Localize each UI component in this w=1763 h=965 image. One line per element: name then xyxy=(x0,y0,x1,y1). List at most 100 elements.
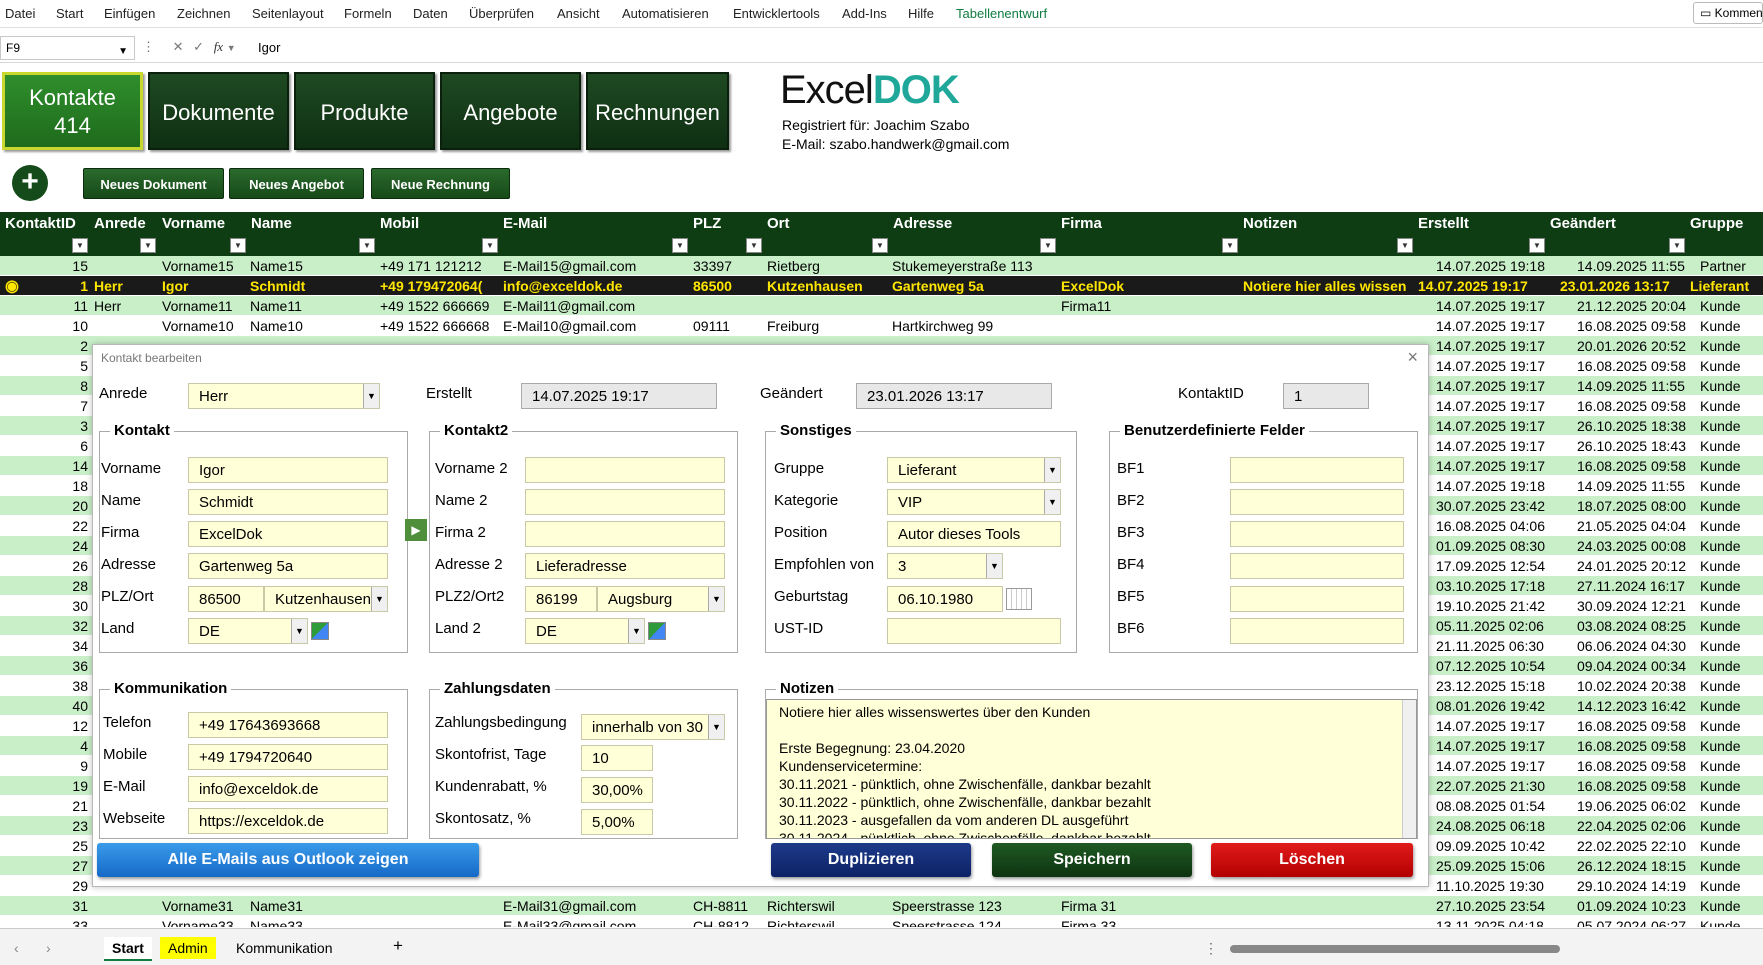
ort2-select[interactable]: Augsburg ▼ xyxy=(597,586,725,612)
filter-icon[interactable]: ▼ xyxy=(746,238,762,253)
mobile-field[interactable]: +49 1794720640 xyxy=(188,744,388,770)
chevron-down-icon[interactable]: ▼ xyxy=(227,43,236,53)
empfohlen-select[interactable]: 3 ▼ xyxy=(887,553,1003,579)
sheet-tab-admin[interactable]: Admin xyxy=(160,937,216,959)
table-row[interactable]: 15 Vorname15 Name15 +49 171 121212 E-Mai… xyxy=(0,256,1763,276)
filter-icon[interactable]: ▼ xyxy=(1040,238,1056,253)
telefon-field[interactable]: +49 17643693668 xyxy=(188,712,388,738)
plz-field[interactable]: 86500 xyxy=(188,586,264,612)
name-box[interactable]: F9 ▼ xyxy=(0,36,135,60)
notizen-textarea[interactable]: Notiere hier alles wissenswertes über de… xyxy=(766,699,1417,839)
calendar-icon[interactable] xyxy=(1006,588,1032,610)
eye-icon[interactable]: ◉ xyxy=(5,276,19,296)
chevron-down-icon[interactable]: ▼ xyxy=(118,40,128,62)
chevron-down-icon[interactable]: ▼ xyxy=(708,587,724,611)
ribbon-tab-tabellenentwurf[interactable]: Tabellenentwurf xyxy=(956,6,1047,21)
ribbon-tab-hilfe[interactable]: Hilfe xyxy=(908,6,934,21)
firma2-field[interactable] xyxy=(525,521,725,547)
ort-select[interactable]: Kutzenhausen ▼ xyxy=(264,586,388,612)
chevron-down-icon[interactable]: ▼ xyxy=(1044,458,1060,482)
filter-icon[interactable]: ▼ xyxy=(1529,238,1545,253)
map-icon[interactable] xyxy=(311,622,329,640)
table-row[interactable]: 10 Vorname10 Name10 +49 1522 666668 E-Ma… xyxy=(0,316,1763,336)
filter-icon[interactable]: ▼ xyxy=(230,238,246,253)
map-icon[interactable] xyxy=(648,622,666,640)
vorname2-field[interactable] xyxy=(525,457,725,483)
new-offer-button[interactable]: Neues Angebot xyxy=(229,168,364,199)
add-sheet-button[interactable]: + xyxy=(385,933,411,959)
filter-icon[interactable]: ▼ xyxy=(672,238,688,253)
land2-select[interactable]: DE ▼ xyxy=(525,618,645,644)
table-row[interactable]: 31 Vorname31 Name31 E-Mail31@gmail.com C… xyxy=(0,896,1763,916)
name2-field[interactable] xyxy=(525,489,725,515)
land-select[interactable]: DE ▼ xyxy=(188,618,308,644)
new-document-button[interactable]: Neues Dokument xyxy=(83,168,224,199)
table-row[interactable]: 33 Vorname33 Name33 E-Mail33@gmail.com C… xyxy=(0,916,1763,928)
chevron-down-icon[interactable]: ▼ xyxy=(363,384,379,408)
nav-dokumente-button[interactable]: Dokumente xyxy=(148,72,289,150)
anrede-select[interactable]: Herr ▼ xyxy=(188,383,380,409)
chevron-down-icon[interactable]: ▼ xyxy=(628,619,644,643)
nav-kontakte-button[interactable]: Kontakte 414 xyxy=(2,72,143,150)
outlook-emails-button[interactable]: Alle E-Mails aus Outlook zeigen xyxy=(97,843,479,877)
firma-field[interactable]: ExcelDok xyxy=(188,521,388,547)
new-invoice-button[interactable]: Neue Rechnung xyxy=(371,168,510,199)
ribbon-tab-formeln[interactable]: Formeln xyxy=(344,6,392,21)
bf6-field[interactable] xyxy=(1230,618,1404,644)
nav-produkte-button[interactable]: Produkte xyxy=(294,72,435,150)
ribbon-tab-seitenlayout[interactable]: Seitenlayout xyxy=(252,6,324,21)
gruppe-select[interactable]: Lieferant ▼ xyxy=(887,457,1061,483)
position-field[interactable]: Autor dieses Tools xyxy=(887,521,1061,547)
adresse2-field[interactable]: Lieferadresse xyxy=(525,553,725,579)
bf2-field[interactable] xyxy=(1230,489,1404,515)
filter-icon[interactable]: ▼ xyxy=(1397,238,1413,253)
comments-button[interactable]: ▭ Kommen xyxy=(1693,2,1763,24)
formula-input[interactable]: Igor xyxy=(258,40,280,55)
chevron-right-icon[interactable]: › xyxy=(38,937,59,959)
bf4-field[interactable] xyxy=(1230,553,1404,579)
chevron-down-icon[interactable]: ▼ xyxy=(986,554,1002,578)
ribbon-tab-datei[interactable]: Datei xyxy=(5,6,35,21)
ribbon-tab-ueberpruefen[interactable]: Überprüfen xyxy=(469,6,534,21)
kategorie-select[interactable]: VIP ▼ xyxy=(887,489,1061,515)
ribbon-tab-einfuegen[interactable]: Einfügen xyxy=(104,6,155,21)
nav-angebote-button[interactable]: Angebote xyxy=(440,72,581,150)
chevron-down-icon[interactable]: ▼ xyxy=(1044,490,1060,514)
ribbon-tab-addins[interactable]: Add-Ins xyxy=(842,6,887,21)
bf1-field[interactable] xyxy=(1230,457,1404,483)
table-row-selected[interactable]: ◉ 1 Herr Igor Schmidt +49 179472064( inf… xyxy=(0,276,1763,296)
filter-icon[interactable]: ▼ xyxy=(359,238,375,253)
filter-icon[interactable]: ▼ xyxy=(140,238,156,253)
copy-arrow-button[interactable]: ▶ xyxy=(405,519,427,541)
adresse-field[interactable]: Gartenweg 5a xyxy=(188,553,388,579)
confirm-icon[interactable]: ✓ xyxy=(193,39,204,54)
add-contact-button[interactable]: + xyxy=(12,165,48,201)
sheet-tab-kommunikation[interactable]: Kommunikation xyxy=(228,937,341,959)
save-button[interactable]: Speichern xyxy=(992,843,1192,877)
horizontal-scrollbar[interactable] xyxy=(1230,945,1560,953)
close-icon[interactable]: × xyxy=(1407,347,1418,368)
chevron-down-icon[interactable]: ▼ xyxy=(708,715,724,739)
ustid-field[interactable] xyxy=(887,618,1061,644)
scrollbar[interactable] xyxy=(1402,700,1416,838)
duplicate-button[interactable]: Duplizieren xyxy=(771,843,971,877)
cancel-icon[interactable]: ✕ xyxy=(173,39,184,54)
bf3-field[interactable] xyxy=(1230,521,1404,547)
nav-rechnungen-button[interactable]: Rechnungen xyxy=(586,72,729,150)
more-icon[interactable]: ⋮ xyxy=(1196,937,1226,960)
kundenrabatt-field[interactable]: 30,00% xyxy=(581,777,653,803)
bf5-field[interactable] xyxy=(1230,586,1404,612)
plz2-field[interactable]: 86199 xyxy=(525,586,597,612)
ribbon-tab-ansicht[interactable]: Ansicht xyxy=(557,6,600,21)
filter-icon[interactable]: ▼ xyxy=(482,238,498,253)
webseite-field[interactable]: https://exceldok.de xyxy=(188,808,388,834)
skontosatz-field[interactable]: 5,00% xyxy=(581,809,653,835)
sheet-tab-start[interactable]: Start xyxy=(104,937,152,961)
zahlungsbedingung-select[interactable]: innerhalb von 30 ▼ xyxy=(581,714,725,740)
table-row[interactable]: 11 Herr Vorname11 Name11 +49 1522 666669… xyxy=(0,296,1763,316)
ribbon-tab-zeichnen[interactable]: Zeichnen xyxy=(177,6,230,21)
ribbon-tab-start[interactable]: Start xyxy=(56,6,83,21)
geburtstag-field[interactable]: 06.10.1980 xyxy=(887,586,1003,612)
name-field[interactable]: Schmidt xyxy=(188,489,388,515)
vorname-field[interactable]: Igor xyxy=(188,457,388,483)
